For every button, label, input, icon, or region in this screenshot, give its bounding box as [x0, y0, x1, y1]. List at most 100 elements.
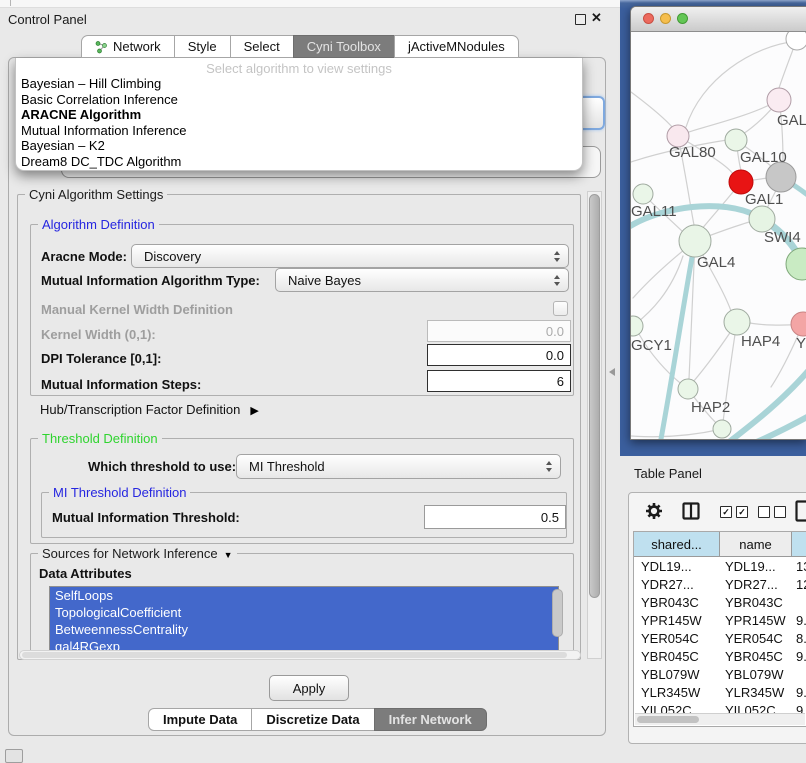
window-grip[interactable] — [5, 749, 23, 763]
panel-splitter-handle[interactable] — [605, 368, 615, 376]
network-node-gal11[interactable] — [633, 184, 653, 204]
table-row[interactable]: YBR045CYBR045C9. — [634, 647, 806, 665]
algorithm-option-mutual-information-inference[interactable]: Mutual Information Inference — [16, 123, 582, 139]
settings-vertical-scrollbar[interactable] — [587, 191, 602, 659]
tab-jactivemnodules[interactable]: jActiveMNodules — [394, 35, 519, 58]
network-node-gray-node[interactable] — [766, 162, 796, 192]
column-header-attr[interactable] — [792, 532, 806, 556]
cell: YDL19... — [634, 559, 720, 574]
list-scrollbar-thumb[interactable] — [552, 589, 563, 637]
cell: YER054C — [720, 631, 792, 646]
checked-box-icon: ✓ — [720, 506, 732, 518]
scrollbar-thumb[interactable] — [22, 652, 567, 658]
network-view-window: GALGAL80GAL10GAL1GAL11SWI4GAL4GCY1HAP4YH… — [630, 6, 806, 440]
minimize-traffic-light[interactable] — [660, 13, 671, 24]
table-horizontal-scrollbar[interactable] — [635, 713, 805, 725]
network-node-y[interactable] — [791, 312, 806, 336]
table-row[interactable]: YDR27...YDR27...12 — [634, 575, 806, 593]
manual-kernel-checkbox[interactable] — [553, 301, 568, 316]
close-icon[interactable]: ✕ — [591, 10, 602, 26]
algorithm-option-basic-correlation-inference[interactable]: Basic Correlation Inference — [16, 92, 582, 108]
table-row[interactable]: YLR345WYLR345W9. — [634, 683, 806, 701]
data-attributes-list[interactable]: SelfLoopsTopologicalCoefficientBetweenne… — [49, 586, 559, 656]
cell: 12 — [792, 577, 806, 592]
data-attribute-selfloops[interactable]: SelfLoops — [50, 587, 558, 604]
network-node-gal[interactable] — [767, 88, 791, 112]
cell: YBR043C — [720, 595, 792, 610]
table-row[interactable]: YPR145WYPR145W9. — [634, 611, 806, 629]
table-row[interactable]: YBL079WYBL079W — [634, 665, 806, 683]
mi-algorithm-type-combo[interactable]: Naive Bayes — [275, 268, 569, 292]
kernel-width-input — [427, 320, 571, 342]
column-layout-icon[interactable] — [682, 502, 700, 520]
network-node-hap2[interactable] — [678, 379, 698, 399]
which-threshold-label: Which threshold to use: — [88, 459, 236, 474]
dpi-tolerance-input[interactable] — [427, 344, 571, 366]
stepper-icon — [554, 275, 560, 286]
data-attribute-betweennesscentrality[interactable]: BetweennessCentrality — [50, 621, 558, 638]
algorithm-option-bayesian-k2[interactable]: Bayesian – K2 — [16, 138, 582, 154]
data-attribute-topologicalcoefficient[interactable]: TopologicalCoefficient — [50, 604, 558, 621]
table-row[interactable]: YBR043CYBR043C — [634, 593, 806, 611]
mi-threshold-input[interactable] — [424, 505, 566, 529]
tab-impute-data[interactable]: Impute Data — [148, 708, 252, 731]
which-threshold-combo[interactable]: MI Threshold — [236, 454, 561, 479]
network-node-gal10[interactable] — [725, 129, 747, 151]
aracne-mode-combo[interactable]: Discovery — [131, 244, 569, 268]
cell: YBR043C — [634, 595, 720, 610]
tab-select[interactable]: Select — [230, 35, 294, 58]
tab-infer-network[interactable]: Infer Network — [374, 708, 487, 731]
show-columns-icon[interactable]: ✓ ✓ — [720, 506, 748, 518]
aracne-mode-value: Discovery — [144, 249, 201, 264]
cell: 8. — [792, 631, 806, 646]
algorithm-option-dream8-dc-tdc-algorithm[interactable]: Dream8 DC_TDC Algorithm — [16, 154, 582, 170]
network-node-big-green[interactable] — [786, 248, 806, 280]
cell: 13 — [792, 559, 806, 574]
table-header-row: shared...name — [634, 532, 806, 557]
cell: YBR045C — [720, 649, 792, 664]
algorithm-option-aracne-algorithm[interactable]: ARACNE Algorithm — [16, 107, 582, 123]
column-header-shared[interactable]: shared... — [634, 532, 720, 556]
zoom-traffic-light[interactable] — [677, 13, 688, 24]
tab-label: Network — [113, 39, 161, 54]
scrollbar-thumb[interactable] — [637, 716, 699, 723]
tab-label: jActiveMNodules — [408, 39, 505, 54]
unchecked-box-icon — [774, 506, 786, 518]
expand-arrow-icon[interactable]: ▶ — [250, 404, 258, 417]
hub-transcription-factor-section[interactable]: Hub/Transcription Factor Definition▶ — [40, 402, 259, 417]
window-titlebar[interactable] — [631, 7, 806, 32]
group-title: Algorithm Definition — [38, 217, 159, 232]
network-node-hap4[interactable] — [724, 309, 750, 335]
network-canvas[interactable]: GALGAL80GAL10GAL1GAL11SWI4GAL4GCY1HAP4YH… — [631, 32, 806, 439]
algorithm-definition-group: Algorithm Definition Aracne Mode: Discov… — [30, 224, 574, 396]
settings-horizontal-scrollbar[interactable] — [19, 650, 581, 660]
gear-icon[interactable] — [645, 502, 663, 520]
network-node-node-b[interactable] — [713, 420, 731, 438]
float-window-icon[interactable] — [575, 14, 586, 25]
mi-steps-label: Mutual Information Steps: — [41, 377, 201, 392]
tab-network[interactable]: Network — [81, 35, 175, 58]
tab-cyni-toolbox[interactable]: Cyni Toolbox — [293, 35, 395, 58]
tab-style[interactable]: Style — [174, 35, 231, 58]
table-row[interactable]: YER054CYER054C8. — [634, 629, 806, 647]
column-header-name[interactable]: name — [720, 532, 792, 556]
scrollbar-thumb[interactable] — [589, 194, 600, 598]
node-label-gcy1: GCY1 — [631, 337, 672, 354]
network-node-gal4[interactable] — [679, 225, 711, 257]
cell: YBL079W — [634, 667, 720, 682]
group-title: Sources for Network Inference▼ — [38, 546, 237, 561]
algorithm-option-bayesian-hill-climbing[interactable]: Bayesian – Hill Climbing — [16, 76, 582, 92]
network-edge — [631, 429, 722, 437]
network-node-node-a[interactable] — [786, 32, 806, 50]
cell: YBR045C — [634, 649, 720, 664]
table-function-icon[interactable] — [795, 500, 806, 522]
network-edge — [729, 370, 806, 439]
dpi-tolerance-label: DPI Tolerance [0,1]: — [41, 351, 161, 366]
collapse-arrow-icon[interactable]: ▼ — [224, 550, 233, 560]
apply-button[interactable]: Apply — [269, 675, 349, 701]
tab-discretize-data[interactable]: Discretize Data — [251, 708, 374, 731]
hide-columns-icon[interactable] — [758, 506, 786, 518]
mi-steps-input[interactable] — [427, 370, 571, 392]
close-traffic-light[interactable] — [643, 13, 654, 24]
table-row[interactable]: YDL19...YDL19...13 — [634, 557, 806, 575]
